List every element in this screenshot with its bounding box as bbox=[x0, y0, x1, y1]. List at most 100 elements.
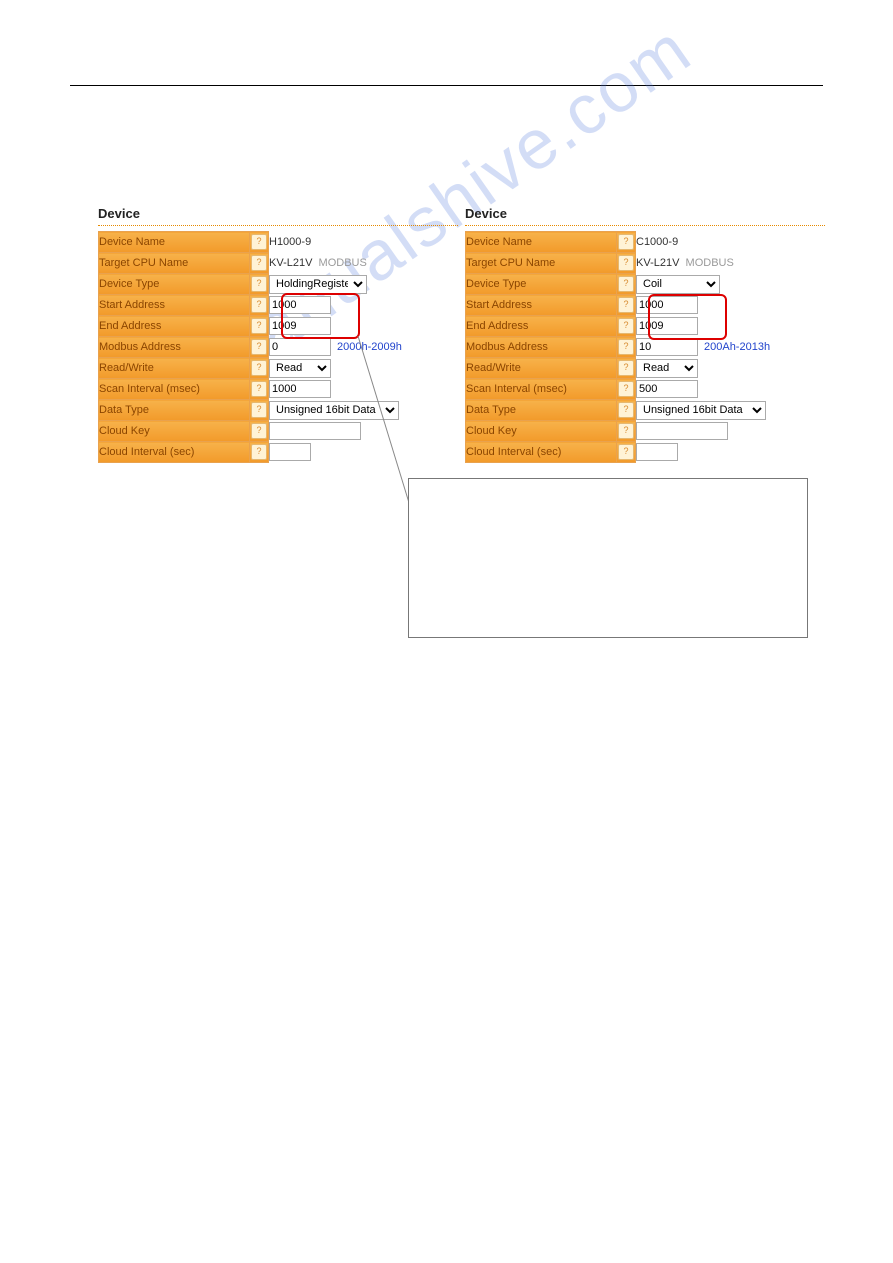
label-cloud-interval: Cloud Interval (sec) bbox=[99, 446, 194, 458]
label-target-cpu: Target CPU Name bbox=[466, 257, 555, 269]
help-icon[interactable]: ? bbox=[251, 318, 267, 334]
row-scan-interval: Scan Interval (msec) ? bbox=[99, 379, 458, 400]
value-target-cpu: KV-L21V bbox=[269, 257, 312, 269]
row-scan-interval: Scan Interval (msec) ? bbox=[466, 379, 825, 400]
help-icon[interactable]: ? bbox=[618, 318, 634, 334]
row-end-address: End Address ? bbox=[466, 316, 825, 337]
input-start-address[interactable] bbox=[269, 296, 331, 314]
help-icon[interactable]: ? bbox=[618, 402, 634, 418]
help-icon[interactable]: ? bbox=[618, 276, 634, 292]
row-device-type: Device Type ? HoldingRegister bbox=[99, 274, 458, 295]
row-device-name: Device Name ? H1000-9 bbox=[99, 232, 458, 253]
help-icon[interactable]: ? bbox=[618, 381, 634, 397]
help-icon[interactable]: ? bbox=[251, 276, 267, 292]
row-modbus-address: Modbus Address ? 2000h-2009h bbox=[99, 337, 458, 358]
value-target-cpu: KV-L21V bbox=[636, 257, 679, 269]
row-cloud-interval: Cloud Interval (sec) ? bbox=[466, 442, 825, 463]
value-target-cpu-suffix: MODBUS bbox=[686, 257, 734, 269]
select-device-type[interactable]: Coil bbox=[636, 275, 720, 294]
row-modbus-address: Modbus Address ? 200Ah-2013h bbox=[466, 337, 825, 358]
modbus-range-note: 2000h-2009h bbox=[337, 341, 402, 353]
row-device-type: Device Type ? Coil bbox=[466, 274, 825, 295]
label-device-name: Device Name bbox=[99, 236, 165, 248]
help-icon[interactable]: ? bbox=[618, 339, 634, 355]
label-modbus-address: Modbus Address bbox=[99, 341, 181, 353]
device-panel-right: Device Device Name ? C1000-9 Target CPU … bbox=[465, 206, 825, 463]
help-icon[interactable]: ? bbox=[618, 444, 634, 460]
page: manualshive.com Device Device Name ? H10… bbox=[0, 0, 893, 1263]
input-scan-interval[interactable] bbox=[636, 380, 698, 398]
label-data-type: Data Type bbox=[99, 404, 149, 416]
help-icon[interactable]: ? bbox=[618, 234, 634, 250]
modbus-range-note: 200Ah-2013h bbox=[704, 341, 770, 353]
select-device-type[interactable]: HoldingRegister bbox=[269, 275, 367, 294]
select-data-type[interactable]: Unsigned 16bit Data bbox=[636, 401, 766, 420]
row-data-type: Data Type ? Unsigned 16bit Data bbox=[99, 400, 458, 421]
input-end-address[interactable] bbox=[269, 317, 331, 335]
input-modbus-address[interactable] bbox=[269, 338, 331, 356]
label-device-name: Device Name bbox=[466, 236, 532, 248]
label-device-type: Device Type bbox=[466, 278, 526, 290]
row-read-write: Read/Write ? Read bbox=[466, 358, 825, 379]
input-cloud-interval[interactable] bbox=[269, 443, 311, 461]
label-device-type: Device Type bbox=[99, 278, 159, 290]
label-start-address: Start Address bbox=[99, 299, 165, 311]
row-end-address: End Address ? bbox=[99, 316, 458, 337]
help-icon[interactable]: ? bbox=[618, 360, 634, 376]
label-data-type: Data Type bbox=[466, 404, 516, 416]
help-icon[interactable]: ? bbox=[251, 402, 267, 418]
label-scan-interval: Scan Interval (msec) bbox=[99, 383, 200, 395]
select-data-type[interactable]: Unsigned 16bit Data bbox=[269, 401, 399, 420]
value-device-name: C1000-9 bbox=[636, 236, 678, 248]
input-scan-interval[interactable] bbox=[269, 380, 331, 398]
label-scan-interval: Scan Interval (msec) bbox=[466, 383, 567, 395]
form-right: Device Name ? C1000-9 Target CPU Name ? … bbox=[465, 231, 825, 463]
label-end-address: End Address bbox=[99, 320, 161, 332]
device-panel-left: Device Device Name ? H1000-9 Target CPU … bbox=[98, 206, 458, 463]
label-end-address: End Address bbox=[466, 320, 528, 332]
row-target-cpu: Target CPU Name ? KV-L21V MODBUS bbox=[99, 253, 458, 274]
help-icon[interactable]: ? bbox=[251, 360, 267, 376]
label-cloud-key: Cloud Key bbox=[99, 425, 150, 437]
header-rule bbox=[70, 85, 823, 86]
row-cloud-interval: Cloud Interval (sec) ? bbox=[99, 442, 458, 463]
label-modbus-address: Modbus Address bbox=[466, 341, 548, 353]
select-read-write[interactable]: Read bbox=[636, 359, 698, 378]
help-icon[interactable]: ? bbox=[251, 423, 267, 439]
label-cloud-interval: Cloud Interval (sec) bbox=[466, 446, 561, 458]
row-start-address: Start Address ? bbox=[99, 295, 458, 316]
help-icon[interactable]: ? bbox=[251, 339, 267, 355]
help-icon[interactable]: ? bbox=[618, 423, 634, 439]
help-icon[interactable]: ? bbox=[251, 297, 267, 313]
input-start-address[interactable] bbox=[636, 296, 698, 314]
help-icon[interactable]: ? bbox=[251, 444, 267, 460]
help-icon[interactable]: ? bbox=[251, 234, 267, 250]
label-cloud-key: Cloud Key bbox=[466, 425, 517, 437]
help-icon[interactable]: ? bbox=[251, 381, 267, 397]
help-icon[interactable]: ? bbox=[618, 255, 634, 271]
form-left: Device Name ? H1000-9 Target CPU Name ? … bbox=[98, 231, 458, 463]
panel-title-right: Device bbox=[465, 206, 825, 221]
label-target-cpu: Target CPU Name bbox=[99, 257, 188, 269]
value-target-cpu-suffix: MODBUS bbox=[319, 257, 367, 269]
label-start-address: Start Address bbox=[466, 299, 532, 311]
panel-title-left: Device bbox=[98, 206, 458, 221]
input-cloud-key[interactable] bbox=[269, 422, 361, 440]
row-read-write: Read/Write ? Read bbox=[99, 358, 458, 379]
callout-box bbox=[408, 478, 808, 638]
row-target-cpu: Target CPU Name ? KV-L21V MODBUS bbox=[466, 253, 825, 274]
row-data-type: Data Type ? Unsigned 16bit Data bbox=[466, 400, 825, 421]
input-cloud-interval[interactable] bbox=[636, 443, 678, 461]
help-icon[interactable]: ? bbox=[618, 297, 634, 313]
input-end-address[interactable] bbox=[636, 317, 698, 335]
divider-dotted bbox=[98, 225, 458, 227]
row-start-address: Start Address ? bbox=[466, 295, 825, 316]
input-cloud-key[interactable] bbox=[636, 422, 728, 440]
row-cloud-key: Cloud Key ? bbox=[466, 421, 825, 442]
help-icon[interactable]: ? bbox=[251, 255, 267, 271]
label-read-write: Read/Write bbox=[466, 362, 521, 374]
row-device-name: Device Name ? C1000-9 bbox=[466, 232, 825, 253]
label-read-write: Read/Write bbox=[99, 362, 154, 374]
input-modbus-address[interactable] bbox=[636, 338, 698, 356]
select-read-write[interactable]: Read bbox=[269, 359, 331, 378]
